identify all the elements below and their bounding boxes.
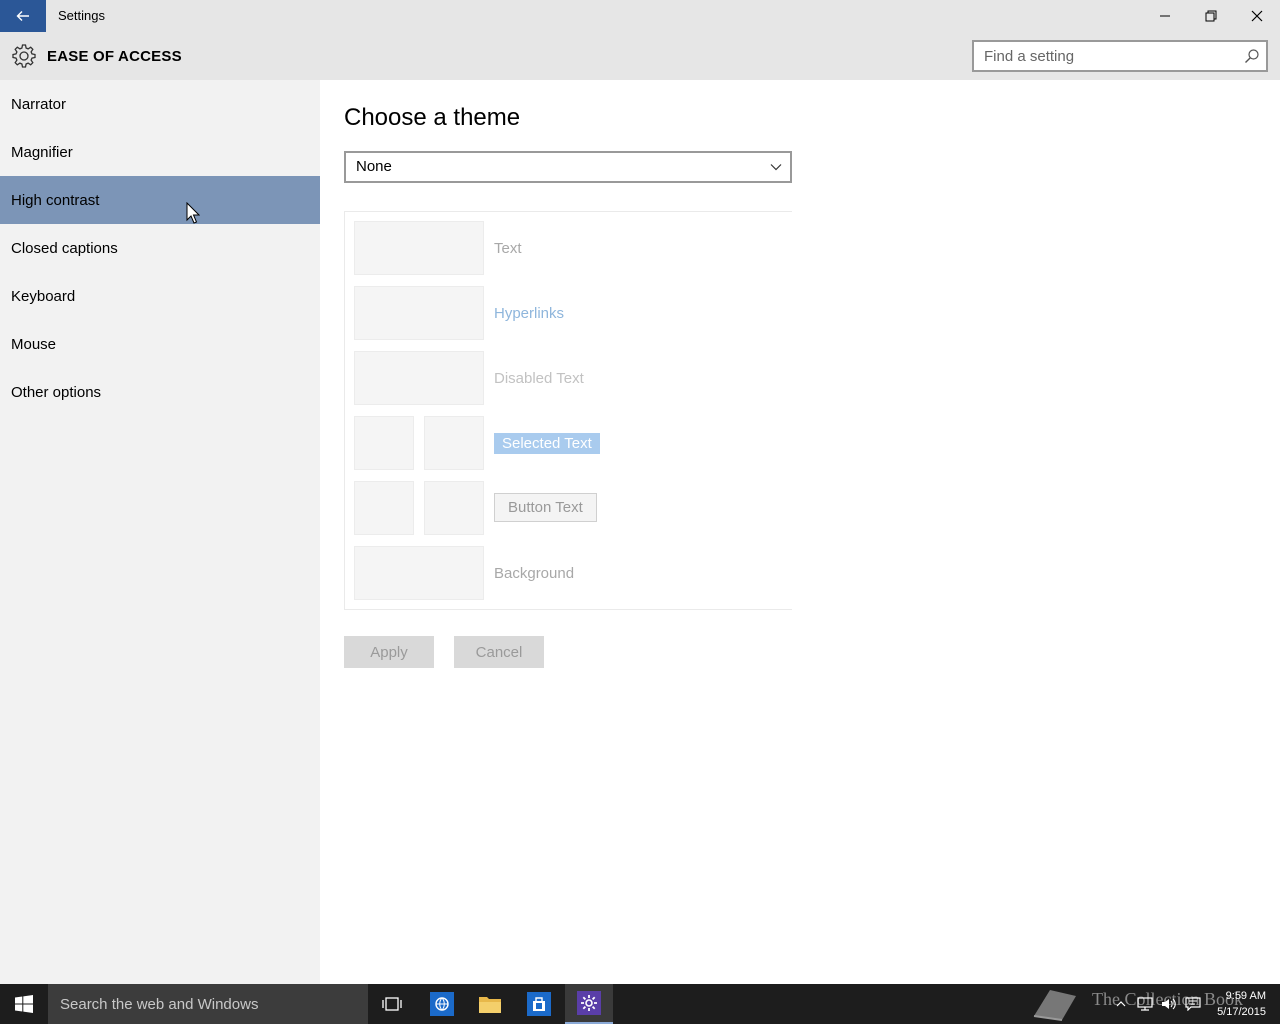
task-view-button[interactable] <box>368 984 416 1024</box>
close-icon <box>1251 10 1263 22</box>
browser-icon <box>430 992 454 1016</box>
clock-date: 5/17/2015 <box>1217 1006 1266 1018</box>
sidebar-item-label: High contrast <box>11 191 100 209</box>
chevron-down-icon <box>770 164 782 171</box>
sidebar: Narrator Magnifier High contrast Closed … <box>0 80 320 984</box>
sidebar-item-keyboard[interactable]: Keyboard <box>0 272 320 320</box>
restore-icon <box>1205 10 1217 22</box>
network-icon <box>1137 997 1153 1011</box>
network-button[interactable] <box>1134 984 1156 1024</box>
sidebar-item-label: Mouse <box>11 335 57 353</box>
sidebar-item-narrator[interactable]: Narrator <box>0 80 320 128</box>
sidebar-item-label: Magnifier <box>11 143 73 161</box>
sidebar-item-label: Other options <box>11 383 102 401</box>
page-title: Choose a theme <box>344 104 521 131</box>
sidebar-item-magnifier[interactable]: Magnifier <box>0 128 320 176</box>
sidebar-item-closed-captions[interactable]: Closed captions <box>0 224 320 272</box>
taskbar-clock[interactable]: 9:59 AM 5/17/2015 <box>1217 988 1266 1020</box>
taskbar: Search the web and Windows The Collectio… <box>0 984 1280 1024</box>
sidebar-item-label: Closed captions <box>11 239 118 257</box>
taskbar-store-button[interactable] <box>515 984 563 1024</box>
preview-disabled-text-label: Disabled Text <box>494 370 584 387</box>
sidebar-item-mouse[interactable]: Mouse <box>0 320 320 368</box>
taskbar-search-box[interactable]: Search the web and Windows <box>48 984 368 1024</box>
main-content: Choose a theme None Text Hyperlinks Disa… <box>320 80 1280 984</box>
button-text-fg-swatch <box>354 481 414 535</box>
cancel-button[interactable]: Cancel <box>454 636 544 668</box>
minimize-icon <box>1160 15 1170 17</box>
hyperlink-color-swatch <box>354 286 484 340</box>
button-text-bg-swatch <box>424 481 484 535</box>
settings-gear-icon <box>577 991 601 1015</box>
preview-button-text-label: Button Text <box>494 493 597 522</box>
action-center-button[interactable] <box>1182 984 1204 1024</box>
search-icon[interactable] <box>1244 48 1260 64</box>
window-title: Settings <box>58 8 105 23</box>
taskbar-file-explorer-button[interactable] <box>466 984 514 1024</box>
selected-text-bg-swatch <box>424 416 484 470</box>
preview-hyperlinks-label: Hyperlinks <box>494 305 565 322</box>
text-color-swatch <box>354 221 484 275</box>
taskbar-settings-button[interactable] <box>565 984 613 1024</box>
windows-logo-icon <box>15 995 33 1013</box>
book-logo-icon <box>1033 990 1076 1021</box>
minimize-button[interactable] <box>1142 0 1188 32</box>
settings-header: EASE OF ACCESS <box>0 32 1280 80</box>
chevron-up-icon <box>1116 1001 1126 1007</box>
selected-text-fg-swatch <box>354 416 414 470</box>
apply-button[interactable]: Apply <box>344 636 434 668</box>
volume-icon <box>1162 998 1176 1010</box>
search-box[interactable] <box>972 40 1268 72</box>
search-input[interactable] <box>984 47 1234 65</box>
arrow-left-icon <box>16 11 29 21</box>
theme-dropdown-value: None <box>356 158 392 175</box>
taskbar-browser-button[interactable] <box>418 984 466 1024</box>
close-button[interactable] <box>1234 0 1280 32</box>
start-button[interactable] <box>0 984 48 1024</box>
taskbar-search-placeholder: Search the web and Windows <box>60 996 259 1013</box>
theme-preview-panel: Text Hyperlinks Disabled Text Selected T… <box>344 211 792 610</box>
gear-icon <box>12 44 36 68</box>
clock-time: 9:59 AM <box>1225 990 1266 1002</box>
mouse-cursor-icon <box>186 202 200 224</box>
tray-overflow-button[interactable] <box>1110 984 1132 1024</box>
title-bar: Settings <box>0 0 1280 32</box>
preview-selected-text-label: Selected Text <box>494 433 600 454</box>
back-button[interactable] <box>0 0 46 32</box>
sidebar-item-high-contrast[interactable]: High contrast <box>0 176 320 224</box>
background-color-swatch <box>354 546 484 600</box>
preview-background-label: Background <box>494 565 575 582</box>
task-view-icon <box>382 997 402 1011</box>
theme-dropdown[interactable]: None <box>344 151 792 183</box>
preview-text-label: Text <box>494 240 522 257</box>
volume-button[interactable] <box>1158 984 1180 1024</box>
disabled-text-color-swatch <box>354 351 484 405</box>
restore-button[interactable] <box>1188 0 1234 32</box>
notification-icon <box>1185 997 1201 1011</box>
section-title: EASE OF ACCESS <box>47 48 182 65</box>
folder-icon <box>479 997 501 1013</box>
sidebar-item-label: Keyboard <box>11 287 76 305</box>
sidebar-item-label: Narrator <box>11 95 67 113</box>
store-icon <box>527 992 551 1016</box>
sidebar-item-other-options[interactable]: Other options <box>0 368 320 416</box>
